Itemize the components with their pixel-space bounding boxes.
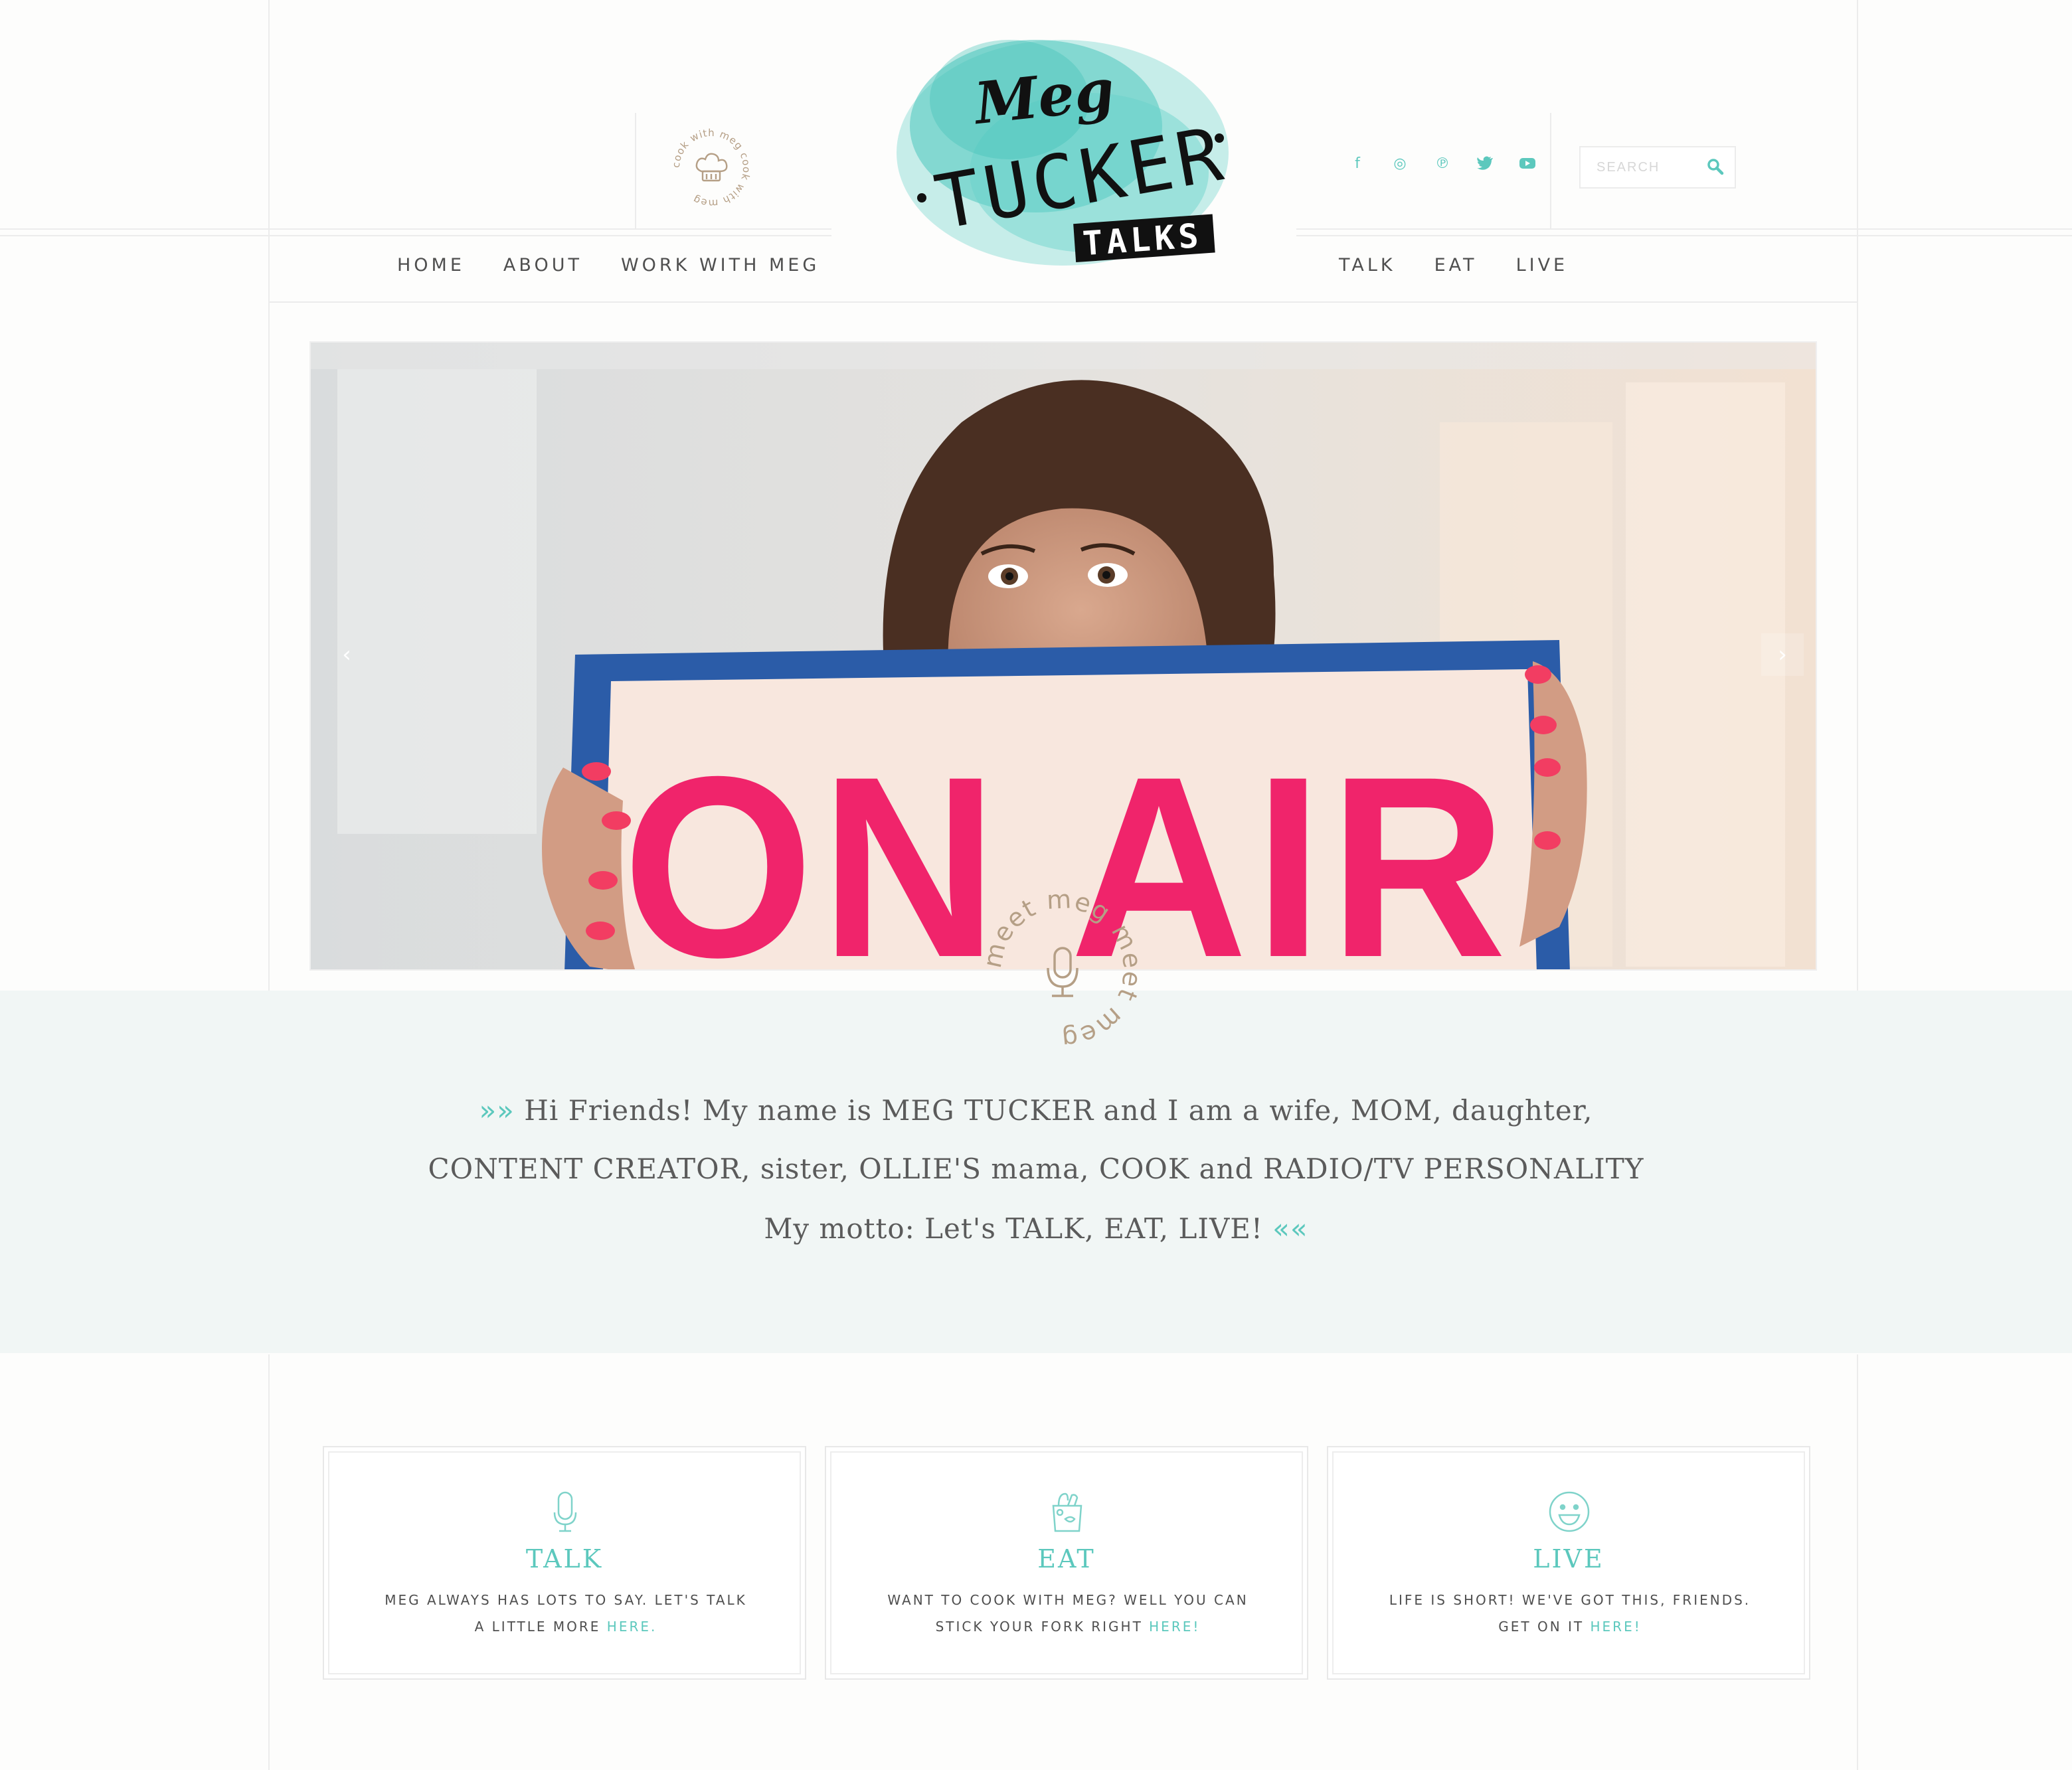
search-box	[1579, 146, 1736, 189]
header-divider	[635, 113, 636, 230]
cook-with-meg-badge[interactable]: cook with meg cook with meg	[668, 125, 754, 211]
intro-line-3: My motto: Let's TALK, EAT, LIVE! ««	[0, 1212, 2072, 1245]
card-text: LIFE IS SHORT! WE'VE GOT THIS, FRIENDS. …	[1389, 1592, 1751, 1635]
frame-line-left	[268, 0, 270, 1009]
microphone-icon	[553, 1491, 577, 1532]
chef-hat-icon	[695, 153, 728, 182]
meet-badge-text: meet meg meet meg	[983, 890, 1142, 1049]
card-text: MEG ALWAYS HAS LOTS TO SAY. LET'S TALK A…	[385, 1592, 747, 1635]
facebook-icon[interactable]: f	[1348, 154, 1367, 173]
card-talk[interactable]: TALK MEG ALWAYS HAS LOTS TO SAY. LET'S T…	[323, 1446, 806, 1680]
microphone-icon	[1047, 947, 1079, 997]
frame-line-right-lower	[1857, 1354, 1858, 1770]
card-title: LIVE	[1533, 1544, 1604, 1573]
main-nav-right: TALK EAT LIVE	[1339, 255, 1568, 276]
main-nav-left: HOME ABOUT WORK WITH MEG	[397, 255, 820, 276]
logo-talks: TALKS	[1081, 216, 1203, 263]
pinterest-icon[interactable]: ℗	[1433, 154, 1452, 173]
nav-home[interactable]: HOME	[397, 255, 465, 276]
nav-talk[interactable]: TALK	[1339, 255, 1396, 276]
intro-text-3: My motto: Let's TALK, EAT, LIVE!	[764, 1212, 1273, 1245]
card-title: EAT	[1037, 1544, 1096, 1573]
card-text: WANT TO COOK WITH MEG? WELL YOU CAN STIC…	[887, 1592, 1249, 1635]
card-live[interactable]: LIVE LIFE IS SHORT! WE'VE GOT THIS, FRIE…	[1327, 1446, 1810, 1680]
svg-text:meet meg meet meg: meet meg meet meg	[983, 890, 1142, 1049]
hero-image: ON AIR	[311, 343, 1816, 969]
nav-live[interactable]: LIVE	[1516, 255, 1569, 276]
intro-open-chevrons: »»	[479, 1094, 515, 1127]
slider-next-button[interactable]: ›	[1761, 633, 1804, 676]
svg-text:cook with meg cook with meg: cook with meg cook with meg	[670, 127, 752, 209]
grocery-bag-icon	[1052, 1492, 1082, 1532]
card-eat[interactable]: EAT WANT TO COOK WITH MEG? WELL YOU CAN …	[825, 1446, 1308, 1680]
card-link[interactable]: HERE.	[607, 1619, 657, 1635]
social-links: f ◎ ℗	[1348, 154, 1537, 173]
intro-close-chevrons: ««	[1272, 1212, 1308, 1245]
meet-meg-badge: meet meg meet meg	[983, 890, 1142, 1049]
frame-line-right	[1857, 0, 1858, 1009]
nav-eat[interactable]: EAT	[1434, 255, 1478, 276]
hero-slider[interactable]: ON AIR	[309, 341, 1817, 971]
nav-work-with-meg[interactable]: WORK WITH MEG	[621, 255, 820, 276]
slider-prev-button[interactable]: ‹	[325, 633, 368, 676]
search-input[interactable]	[1581, 147, 1700, 187]
smiley-icon	[1549, 1491, 1590, 1532]
cook-badge-text: cook with meg cook with meg	[670, 127, 752, 209]
card-link[interactable]: HERE!	[1591, 1619, 1642, 1635]
card-link[interactable]: HERE!	[1149, 1619, 1200, 1635]
twitter-icon[interactable]	[1476, 154, 1494, 173]
site-logo[interactable]: Meg TUCKER TALKS	[863, 20, 1275, 285]
youtube-icon[interactable]	[1518, 154, 1537, 173]
frame-line-left-lower	[268, 1354, 270, 1770]
search-icon[interactable]	[1705, 157, 1725, 177]
card-title: TALK	[525, 1544, 604, 1573]
intro-line-2: CONTENT CREATOR, sister, OLLIE'S mama, C…	[428, 1153, 1644, 1185]
nav-about[interactable]: ABOUT	[503, 255, 582, 276]
intro-line-1: »» Hi Friends! My name is MEG TUCKER and…	[0, 1094, 2072, 1127]
instagram-icon[interactable]: ◎	[1391, 154, 1409, 173]
intro-text-1: Hi Friends! My name is MEG TUCKER and I …	[514, 1094, 1593, 1127]
nav-bottom-rule	[268, 301, 1858, 303]
header-divider	[1550, 113, 1551, 230]
